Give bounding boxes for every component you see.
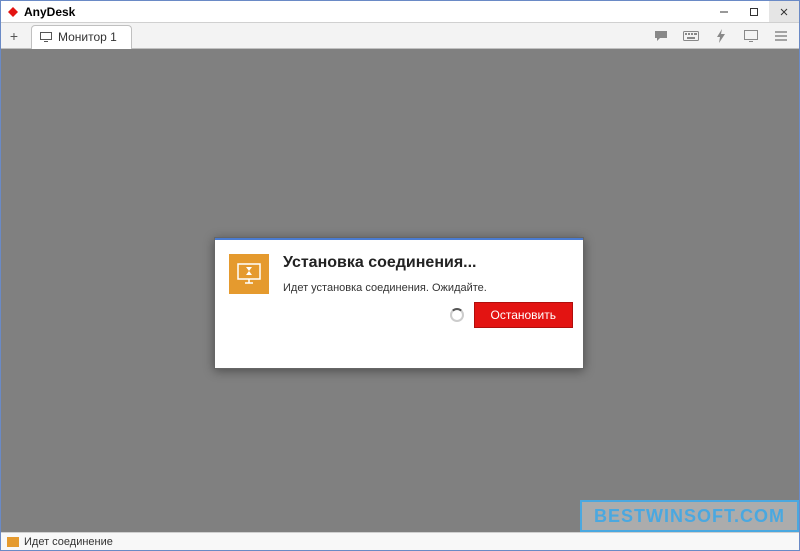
menu-icon[interactable] bbox=[773, 28, 789, 44]
toolbar-icons bbox=[653, 28, 799, 44]
tab-bar: + Монитор 1 bbox=[1, 23, 799, 49]
tab-label: Монитор 1 bbox=[58, 30, 117, 44]
tab-monitor-1[interactable]: Монитор 1 bbox=[31, 25, 132, 49]
display-icon[interactable] bbox=[743, 28, 759, 44]
title-left: AnyDesk bbox=[1, 5, 75, 19]
stop-button[interactable]: Остановить bbox=[474, 302, 574, 328]
app-title: AnyDesk bbox=[24, 5, 75, 19]
connection-dialog: Установка соединения... Идет установка с… bbox=[214, 237, 584, 369]
status-icon bbox=[7, 537, 19, 547]
app-window: AnyDesk + Монитор 1 bbox=[0, 0, 800, 551]
close-button[interactable] bbox=[769, 1, 799, 22]
minimize-button[interactable] bbox=[709, 1, 739, 22]
titlebar: AnyDesk bbox=[1, 1, 799, 23]
watermark: BESTWINSOFT.COM bbox=[580, 500, 799, 532]
loading-spinner-icon bbox=[450, 308, 464, 322]
anydesk-logo-icon bbox=[7, 6, 19, 18]
maximize-button[interactable] bbox=[739, 1, 769, 22]
lightning-icon[interactable] bbox=[713, 28, 729, 44]
status-text: Идет соединение bbox=[24, 536, 113, 548]
chat-icon[interactable] bbox=[653, 28, 669, 44]
window-controls bbox=[709, 1, 799, 22]
remote-view: Установка соединения... Идет установка с… bbox=[1, 49, 799, 532]
dialog-message: Идет установка соединения. Ожидайте. bbox=[283, 282, 487, 294]
dialog-title: Установка соединения... bbox=[283, 254, 487, 272]
keyboard-icon[interactable] bbox=[683, 28, 699, 44]
status-bar: Идет соединение bbox=[1, 532, 799, 550]
hourglass-monitor-icon bbox=[229, 254, 269, 294]
monitor-icon bbox=[40, 32, 52, 42]
new-tab-button[interactable]: + bbox=[1, 23, 27, 49]
